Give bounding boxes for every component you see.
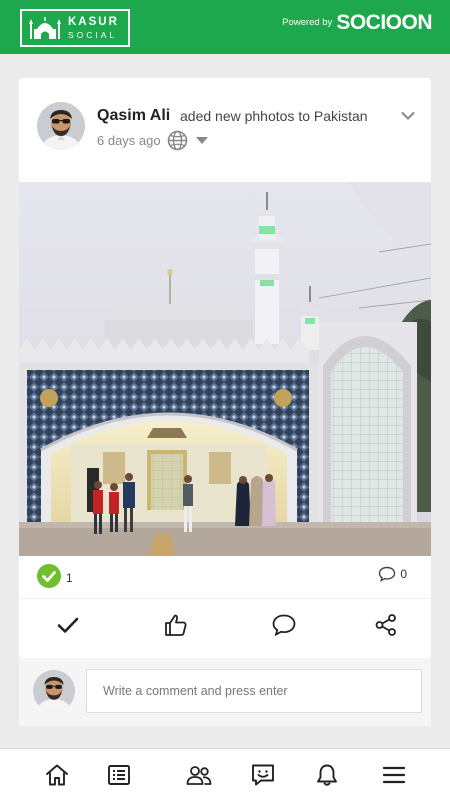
nav-home[interactable] [44,762,70,788]
comment-composer [19,658,431,726]
mosque-logo-icon [29,17,61,39]
caret-down-icon[interactable] [196,137,208,145]
nav-messages[interactable] [250,762,276,788]
menu-icon [382,766,406,784]
person-avatar-icon [33,670,75,712]
messages-icon [252,764,274,786]
bottom-navigation [0,748,450,800]
post-action-text: aded new phhotos to Pakistan [180,108,368,124]
author-avatar[interactable] [37,102,85,150]
reaction-check-badge[interactable] [37,564,61,588]
confirm-action-button[interactable] [55,612,81,638]
comment-bubble-icon[interactable] [378,566,396,582]
nav-friends[interactable] [186,762,212,788]
kasur-social-logo[interactable]: KASUR SOCIAL [20,9,130,47]
nav-feed[interactable] [106,762,132,788]
chevron-down-icon[interactable] [401,111,415,121]
share-button[interactable] [373,612,399,638]
nav-menu[interactable] [381,762,407,788]
check-icon [42,571,56,582]
comment-icon [272,614,296,637]
check-icon [57,617,79,633]
author-name[interactable]: Qasim Ali [97,107,170,125]
person-avatar-icon [37,102,85,150]
logo-subtitle: SOCIAL [68,29,118,40]
friends-icon [186,766,212,785]
comment-input[interactable] [86,669,422,713]
thumbs-up-icon [165,614,187,636]
notifications-icon [317,764,337,786]
current-user-avatar[interactable] [33,670,75,712]
top-bar: KASUR SOCIAL Powered by SOCIOON [0,0,450,54]
like-button[interactable] [163,612,189,638]
reaction-count: 1 [66,571,73,585]
socioon-brand: SOCIOON [336,11,432,34]
action-divider [19,598,431,599]
powered-by-label: Powered by [282,17,333,28]
post-card: Qasim Ali aded new phhotos to Pakistan 6… [19,78,431,658]
share-icon [375,614,396,636]
nav-notifications[interactable] [314,762,340,788]
feed-icon [108,765,130,785]
post-photo[interactable] [19,182,431,556]
comment-count: 0 [400,567,407,581]
home-icon [46,764,68,786]
comment-button[interactable] [271,612,297,638]
post-timestamp: 6 days ago [97,133,161,148]
powered-by-badge: Powered by SOCIOON [282,12,432,33]
logo-title: KASUR [68,16,119,28]
globe-icon[interactable] [167,130,188,151]
